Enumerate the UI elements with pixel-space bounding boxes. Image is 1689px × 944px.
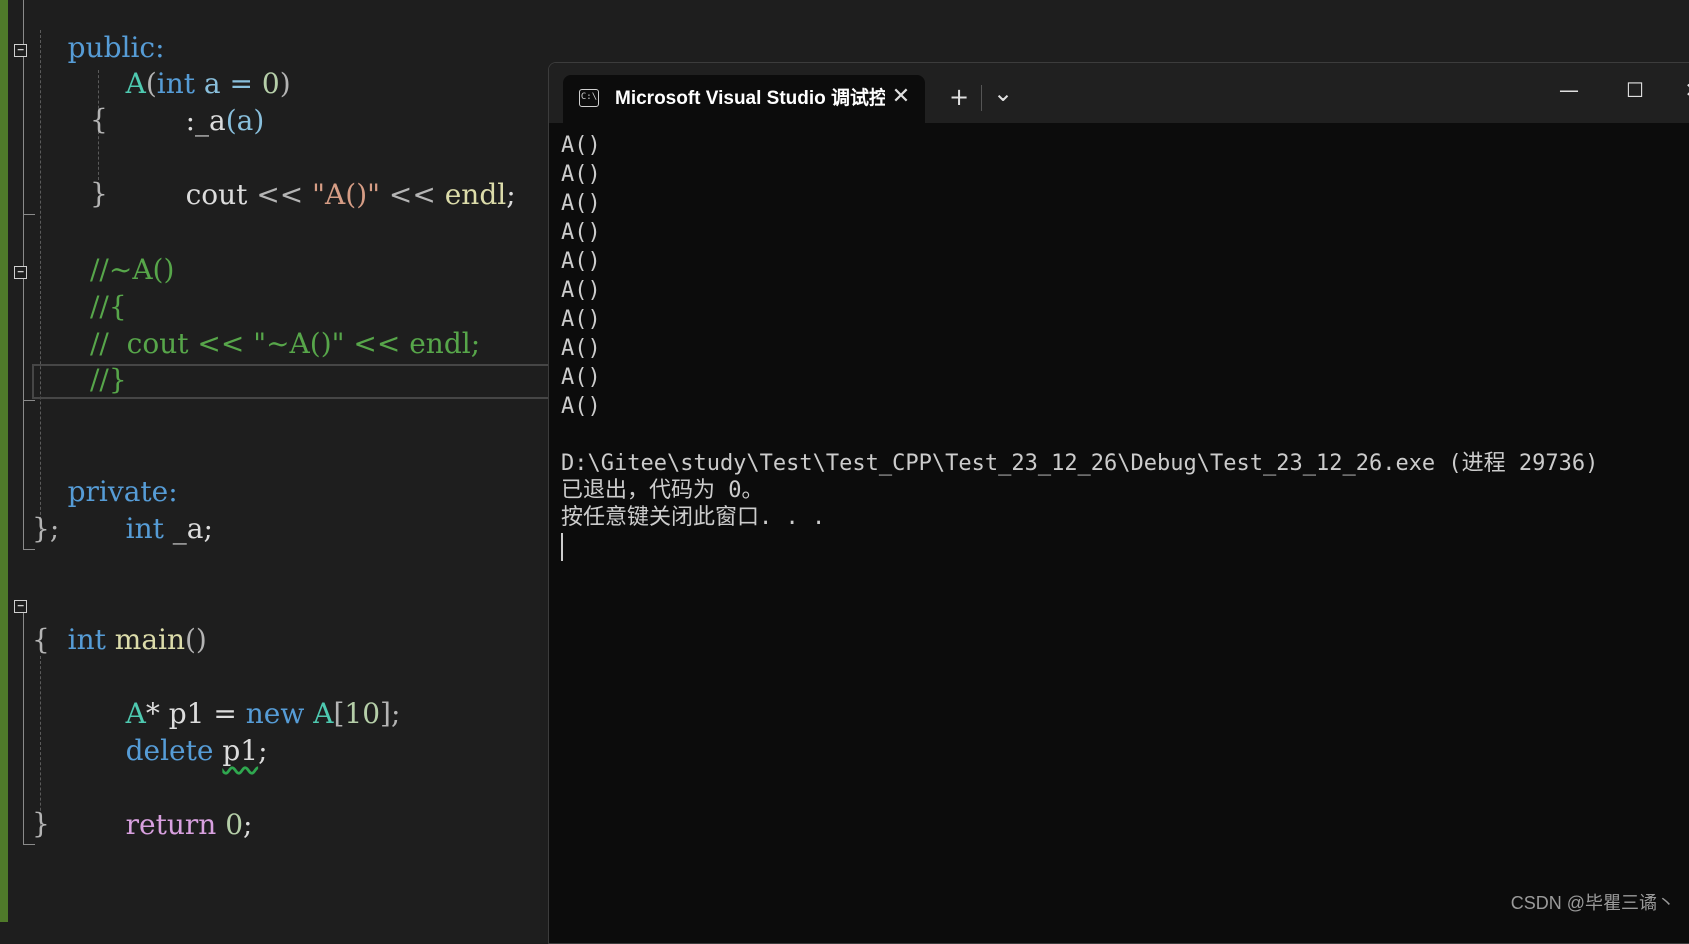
identifier: cout [185, 178, 248, 211]
exit-code-line: 已退出，代码为 0。 [561, 478, 764, 503]
parameter: (a) [225, 104, 265, 137]
close-window-button[interactable]: ✕ [1673, 75, 1689, 105]
debug-console-window[interactable]: C:\ Microsoft Visual Studio 调试控制台 ✕ + ⌄ … [548, 62, 1689, 944]
function-name: main [114, 623, 185, 656]
keyword: int [125, 512, 164, 545]
code-line-brace-open: { [32, 623, 50, 656]
new-tab-button[interactable]: + [945, 83, 973, 111]
console-output[interactable]: A() A() A() A() A() A() A() A() A() A() … [561, 131, 1689, 943]
warning-squiggle[interactable]: p1 [222, 734, 258, 767]
collapse-dtor-icon[interactable]: − [14, 266, 27, 279]
comment-line: //~A() [90, 253, 175, 286]
outline-end-ctor [23, 214, 35, 215]
operator: << [380, 178, 445, 211]
operator: << [247, 178, 313, 211]
function-name: endl [444, 178, 507, 211]
outline-end-main [23, 844, 35, 845]
console-icon: C:\ [579, 89, 599, 107]
output-line: A() [561, 278, 601, 303]
member-name: _a; [163, 512, 213, 545]
number: 10 [344, 697, 381, 730]
semicolon: ; [258, 734, 268, 767]
control-keyword: return [125, 808, 217, 841]
press-key-line: 按任意键关闭此窗口. . . [561, 505, 826, 530]
output-line: A() [561, 162, 601, 187]
code-line-member: int _a; [90, 475, 213, 583]
keyword: int [67, 623, 106, 656]
comment-line: // cout << "~A()" << endl; [90, 327, 481, 360]
text-cursor [561, 533, 563, 561]
output-line: A() [561, 336, 601, 361]
minimize-button[interactable]: — [1549, 75, 1589, 105]
paren: ) [279, 67, 291, 100]
outline-line-main [23, 612, 24, 844]
semicolon: ; [243, 808, 253, 841]
output-line: A() [561, 133, 601, 158]
tab-title: Microsoft Visual Studio 调试控制台 [615, 88, 885, 109]
change-bar [0, 0, 8, 922]
code-line-brace-close: } [32, 807, 50, 840]
chevron-down-icon[interactable]: ⌄ [989, 79, 1017, 107]
comment-line: //} [90, 363, 127, 396]
code-line-brace-close: } [90, 177, 108, 210]
semicolon: ; [506, 178, 516, 211]
title-bar[interactable]: C:\ Microsoft Visual Studio 调试控制台 ✕ + ⌄ … [549, 63, 1689, 123]
code-line-brace-open: { [90, 103, 108, 136]
comment-line: //{ [90, 290, 127, 323]
bracket: [ [333, 697, 345, 730]
bracket: ]; [380, 697, 401, 730]
member-init: :_a [185, 104, 226, 137]
tab-debug-console[interactable]: C:\ Microsoft Visual Studio 调试控制台 ✕ [563, 75, 925, 123]
code-line-class-end: }; [32, 512, 60, 545]
toolbar-separator [981, 85, 982, 111]
output-line: A() [561, 220, 601, 245]
outline-end-class [23, 549, 35, 550]
outline-end-dtor [23, 400, 35, 401]
close-tab-icon[interactable]: ✕ [889, 85, 913, 109]
code-line-cout: cout << "A()" << endl; [150, 141, 516, 249]
watermark: CSDN @毕瞿三谲丶 [1510, 893, 1675, 913]
exit-path-line: D:\Gitee\study\Test\Test_CPP\Test_23_12_… [561, 451, 1599, 476]
output-line: A() [561, 249, 601, 274]
paren: () [185, 623, 207, 656]
class-name: A [313, 697, 334, 730]
output-line: A() [561, 191, 601, 216]
string-literal: "A()" [312, 178, 380, 211]
class-name: A [125, 67, 146, 100]
code-line-return: return 0; [90, 771, 253, 879]
keyword: delete [125, 734, 214, 767]
number: 0 [261, 67, 280, 100]
output-line: A() [561, 394, 601, 419]
output-line: A() [561, 365, 601, 390]
output-line: A() [561, 307, 601, 332]
maximize-button[interactable]: ☐ [1615, 75, 1655, 105]
number: 0 [225, 808, 244, 841]
collapse-main-icon[interactable]: − [14, 600, 27, 613]
collapse-ctor-icon[interactable]: − [14, 44, 27, 57]
